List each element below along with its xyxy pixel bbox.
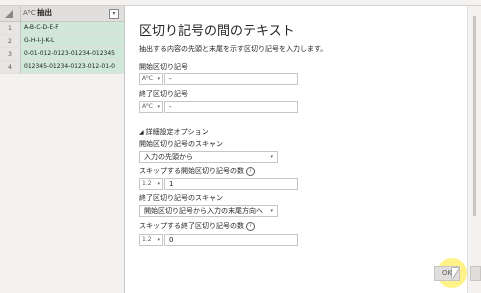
chevron-down-icon: ▾: [157, 76, 160, 82]
collapse-triangle-icon: ◢: [139, 129, 144, 136]
table-row: 2 G-H-I-J-K-L: [0, 35, 124, 48]
number-type-icon: 1.2: [142, 236, 152, 243]
table-cell[interactable]: 0-01-012-0123-01234-012345: [21, 48, 124, 60]
dialog-title: 区切り記号の間のテキスト: [139, 24, 295, 39]
info-icon[interactable]: i: [246, 221, 255, 231]
scan-start-label: 開始区切り記号のスキャン: [139, 140, 223, 148]
table-row: 1 A-B-C-D-E-F: [0, 22, 124, 35]
chevron-down-icon: ▾: [157, 104, 160, 110]
select-all-corner[interactable]: [0, 6, 21, 21]
info-icon[interactable]: i: [246, 166, 255, 176]
skip-end-input[interactable]: 0: [164, 234, 298, 246]
table-row: 4 012345-01234-0123-012-01-0: [0, 61, 124, 74]
start-delimiter-type-button[interactable]: AᴮC ▾: [139, 73, 163, 85]
row-number: 1: [0, 22, 21, 34]
row-number: 2: [0, 35, 21, 47]
advanced-options-toggle[interactable]: ◢ 詳細設定オプション: [139, 127, 209, 137]
start-delimiter-label: 開始区切り記号: [139, 63, 188, 71]
chevron-down-icon: ▾: [270, 154, 273, 160]
number-type-icon: 1.2: [142, 180, 152, 187]
skip-start-label: スキップする開始区切り記号の数 i: [139, 166, 255, 176]
skip-end-label: スキップする終了区切り記号の数 i: [139, 221, 255, 231]
skip-end-type-button[interactable]: 1.2 ▾: [139, 234, 163, 246]
end-delimiter-type-button[interactable]: AᴮC ▾: [139, 101, 163, 113]
end-delimiter-input[interactable]: -: [164, 101, 298, 113]
scan-end-label: 終了区切り記号のスキャン: [139, 194, 223, 202]
skip-start-input[interactable]: 1: [164, 178, 298, 190]
cancel-button[interactable]: [470, 266, 481, 281]
skip-start-label-text: スキップする開始区切り記号の数: [139, 167, 244, 175]
row-number: 3: [0, 48, 21, 60]
chevron-down-icon: ▾: [270, 208, 273, 214]
dialog-scrollbar[interactable]: [467, 6, 481, 293]
scan-end-dropdown[interactable]: 開始区切り記号から入力の末尾方向へ ▾: [139, 205, 278, 217]
scan-start-value: 入力の先頭から: [144, 153, 193, 161]
grid-header: AᴮC 抽出 ▾: [0, 6, 124, 22]
text-type-icon: AᴮC: [142, 75, 153, 82]
advanced-options-label: 詳細設定オプション: [145, 128, 209, 136]
table-cell[interactable]: G-H-I-J-K-L: [21, 35, 124, 47]
mouse-cursor-icon: [452, 268, 459, 279]
scan-start-dropdown[interactable]: 入力の先頭から ▾: [139, 151, 278, 163]
scan-end-value: 開始区切り記号から入力の末尾方向へ: [144, 207, 263, 215]
text-type-icon: AᴮC: [142, 103, 153, 110]
table-row: 3 0-01-012-0123-01234-012345: [0, 48, 124, 61]
skip-start-type-button[interactable]: 1.2 ▾: [139, 178, 163, 190]
end-delimiter-label: 終了区切り記号: [139, 90, 188, 98]
table-cell[interactable]: A-B-C-D-E-F: [21, 22, 124, 34]
dialog-description: 抽出する内容の先頭と末尾を示す区切り記号を入力します。: [139, 45, 328, 53]
table-cell[interactable]: 012345-01234-0123-012-01-0: [21, 61, 124, 73]
row-number: 4: [0, 61, 21, 73]
column-header-name[interactable]: 抽出: [37, 8, 52, 18]
start-delimiter-input[interactable]: -: [164, 73, 298, 85]
chevron-down-icon: ▾: [157, 237, 160, 243]
data-grid: AᴮC 抽出 ▾ 1 A-B-C-D-E-F 2 G-H-I-J-K-L 3 0…: [0, 6, 125, 293]
column-filter-dropdown-icon[interactable]: ▾: [109, 9, 119, 19]
skip-end-label-text: スキップする終了区切り記号の数: [139, 222, 244, 230]
column-type-icon[interactable]: AᴮC: [23, 8, 36, 18]
chevron-down-icon: ▾: [157, 181, 160, 187]
